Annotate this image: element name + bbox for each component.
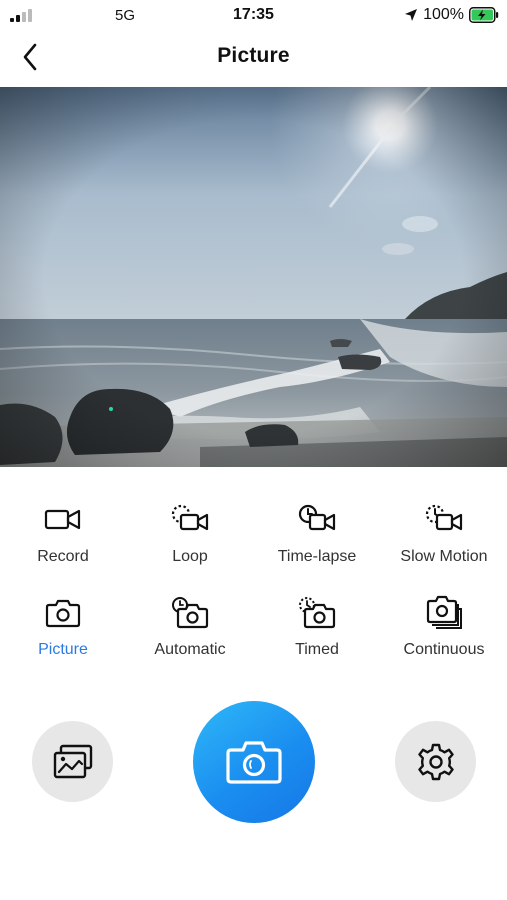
- mode-label: Time-lapse: [277, 548, 357, 565]
- chevron-left-icon: [23, 43, 37, 71]
- camera-icon: [45, 599, 81, 628]
- mode-label: Record: [37, 548, 89, 565]
- mode-label: Timed: [295, 641, 339, 658]
- mode-slow-motion[interactable]: Slow Motion: [381, 490, 507, 570]
- mode-picture[interactable]: Picture: [0, 583, 126, 663]
- loop-video-icon: [171, 504, 209, 531]
- mode-time-lapse[interactable]: Time-lapse: [254, 490, 380, 570]
- video-icon: [44, 509, 81, 530]
- slow-motion-video-icon: [425, 504, 463, 531]
- mode-loop[interactable]: Loop: [127, 490, 253, 570]
- mode-timed[interactable]: Timed: [254, 583, 380, 663]
- gallery-icon: [53, 744, 92, 778]
- location-icon: [405, 9, 418, 21]
- status-bar: 5G 17:35 100%: [0, 0, 507, 30]
- battery-percentage: 100%: [423, 6, 464, 23]
- timed-camera-icon: [299, 597, 336, 629]
- nav-header: Picture: [0, 32, 507, 82]
- mode-label: Slow Motion: [400, 548, 488, 565]
- gallery-button[interactable]: [32, 721, 113, 802]
- gear-icon: [417, 743, 454, 780]
- mode-label: Picture: [38, 641, 88, 658]
- automatic-camera-icon: [172, 597, 209, 629]
- camera-shutter-icon: [226, 741, 282, 784]
- mode-automatic[interactable]: Automatic: [127, 583, 253, 663]
- mode-record[interactable]: Record: [0, 490, 126, 570]
- time-lapse-video-icon: [298, 504, 336, 531]
- mode-label: Automatic: [154, 641, 226, 658]
- continuous-camera-icon: [426, 595, 462, 629]
- mode-label: Loop: [172, 548, 208, 565]
- camera-preview-image: [0, 87, 507, 467]
- mode-label: Continuous: [403, 641, 485, 658]
- camera-preview[interactable]: [0, 87, 507, 467]
- shutter-button[interactable]: [193, 701, 315, 823]
- page-title: Picture: [217, 44, 290, 67]
- battery-charging-icon: [469, 7, 499, 23]
- settings-button[interactable]: [395, 721, 476, 802]
- mode-continuous[interactable]: Continuous: [381, 583, 507, 663]
- back-button[interactable]: [22, 40, 62, 74]
